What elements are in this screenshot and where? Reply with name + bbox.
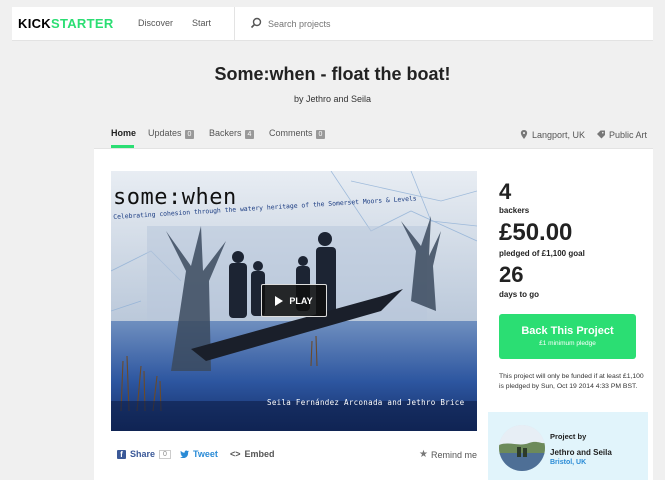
kickstarter-logo[interactable]: KICKSTARTER xyxy=(18,16,114,31)
nav-divider xyxy=(234,7,235,41)
category-label: Public Art xyxy=(609,130,648,140)
funding-deadline-note: This project will only be funded if at l… xyxy=(499,373,644,390)
share-bar: f Share 0 Tweet <> Embed ★ Remind me xyxy=(117,449,477,463)
tab-home[interactable]: Home xyxy=(111,128,136,138)
backers-count-badge: 4 xyxy=(244,130,255,139)
project-by-label: Project by xyxy=(550,432,587,441)
facebook-icon: f xyxy=(117,449,126,459)
tab-backers[interactable]: Backers 4 xyxy=(209,128,255,139)
project-location-link[interactable]: Langport, UK xyxy=(520,130,585,140)
project-video[interactable]: some:when Celebrating cohesion through t… xyxy=(111,171,477,431)
star-icon: ★ xyxy=(419,449,428,460)
location-pin-icon xyxy=(520,130,528,139)
play-button[interactable]: PLAY xyxy=(261,284,327,317)
share-label: Share xyxy=(130,449,156,459)
tag-icon xyxy=(597,130,605,139)
top-navigation-bar: KICKSTARTER Discover Start xyxy=(12,7,653,41)
comments-count-badge: 0 xyxy=(315,130,326,139)
nav-discover-link[interactable]: Discover xyxy=(138,18,173,28)
share-count: 0 xyxy=(159,449,171,459)
search-icon[interactable] xyxy=(250,17,262,29)
tab-home-label: Home xyxy=(111,128,137,138)
tab-comments-label: Comments xyxy=(269,128,313,138)
tweet-button[interactable]: Tweet xyxy=(180,449,218,459)
search-input[interactable] xyxy=(268,16,468,32)
embed-button[interactable]: <> Embed xyxy=(230,449,275,459)
minimum-pledge-label: £1 minimum pledge xyxy=(539,340,596,347)
back-button-label: Back This Project xyxy=(521,325,614,337)
twitter-bird-icon xyxy=(180,450,189,458)
pledged-goal-label: pledged of £1,100 goal xyxy=(499,249,585,258)
days-left-count: 26 xyxy=(499,262,524,287)
tab-updates-label: Updates xyxy=(148,128,182,138)
nav-start-link[interactable]: Start xyxy=(192,18,211,28)
creator-name[interactable]: Jethro and Seila xyxy=(550,448,612,457)
facebook-share-button[interactable]: f Share 0 xyxy=(117,449,171,459)
location-label: Langport, UK xyxy=(532,130,586,140)
logo-part-starter: STARTER xyxy=(50,16,114,31)
creator-avatar-image xyxy=(499,425,545,471)
play-icon xyxy=(275,295,284,306)
backers-count: 4 xyxy=(499,179,512,204)
embed-code-icon: <> xyxy=(230,449,241,459)
play-button-label: PLAY xyxy=(289,295,313,306)
creator-location[interactable]: Bristol, UK xyxy=(550,459,586,466)
tab-comments[interactable]: Comments 0 xyxy=(269,128,326,139)
days-left-label: days to go xyxy=(499,290,540,299)
project-title: Some:when - float the boat! xyxy=(214,64,451,84)
updates-count-badge: 0 xyxy=(184,130,195,139)
backers-label: backers xyxy=(499,206,530,215)
tweet-label: Tweet xyxy=(193,449,218,459)
embed-label: Embed xyxy=(244,449,275,459)
project-byline[interactable]: by Jethro and Seila xyxy=(0,94,665,104)
logo-part-kick: KICK xyxy=(18,16,51,31)
tab-updates[interactable]: Updates 0 xyxy=(148,128,195,139)
remind-me-button[interactable]: ★ Remind me xyxy=(419,449,477,460)
video-overlay-credit: Seila Fernández Arconada and Jethro Bric… xyxy=(267,398,465,407)
back-this-project-button[interactable]: Back This Project £1 minimum pledge xyxy=(499,314,636,359)
project-category-link[interactable]: Public Art xyxy=(597,130,647,140)
remind-me-label: Remind me xyxy=(430,449,477,460)
tab-backers-label: Backers xyxy=(209,128,242,138)
creator-avatar[interactable] xyxy=(499,425,545,471)
creator-card: Project by Jethro and Seila Bristol, UK xyxy=(488,412,648,480)
pledged-amount: £50.00 xyxy=(499,219,573,246)
